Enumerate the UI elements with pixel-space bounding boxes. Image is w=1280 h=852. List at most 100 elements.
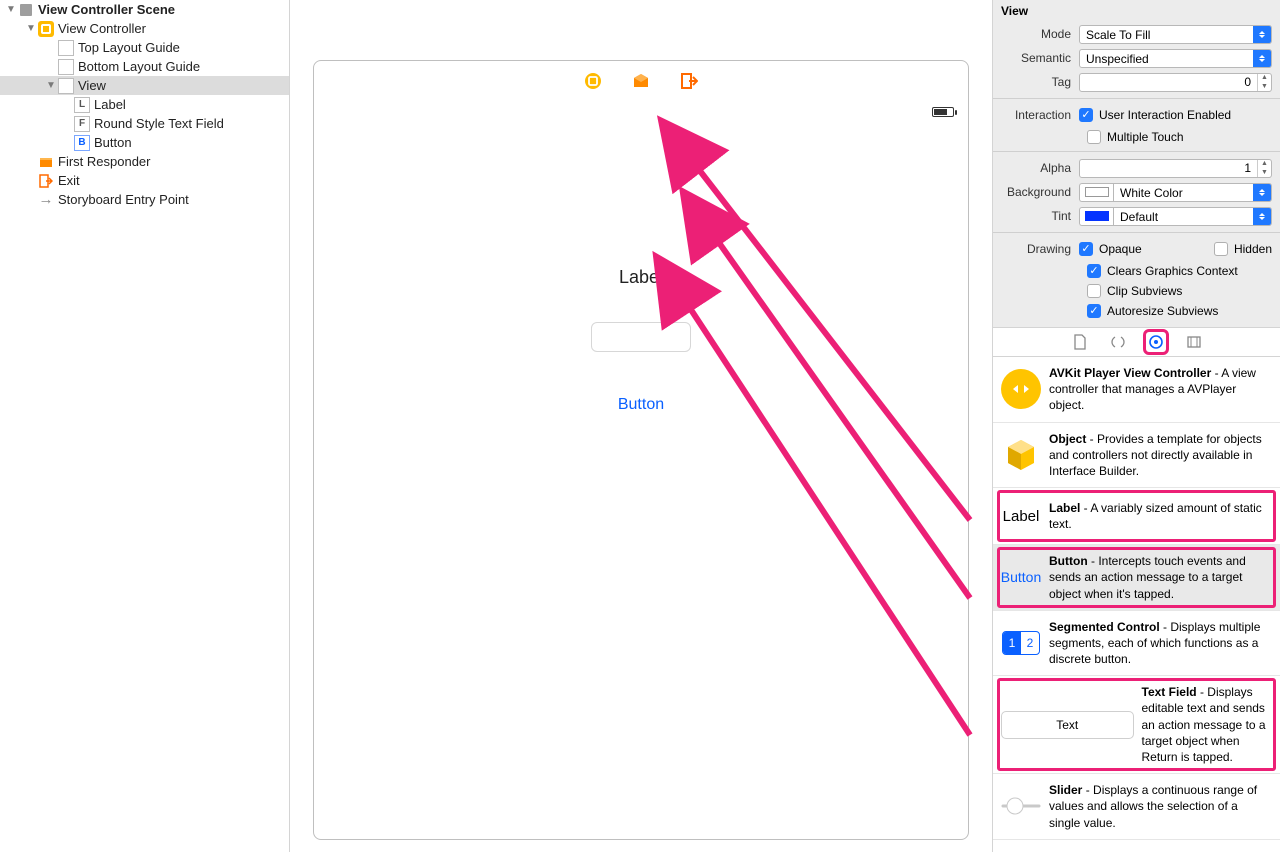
library-item-textfield[interactable]: Text Text Field - Displays editable text … bbox=[993, 676, 1280, 774]
label-thumb: Label bbox=[1001, 496, 1041, 536]
canvas-ui-label[interactable]: Label bbox=[314, 267, 968, 288]
multiple-touch-label: Multiple Touch bbox=[1107, 130, 1184, 144]
view-icon bbox=[58, 78, 74, 94]
right-panel: View Mode Scale To Fill Semantic Unspeci… bbox=[992, 0, 1280, 852]
user-interaction-label: User Interaction Enabled bbox=[1099, 108, 1231, 122]
outline-item-top-guide[interactable]: Top Layout Guide bbox=[0, 38, 289, 57]
library-item-button[interactable]: ButtonButton - Intercepts touch events a… bbox=[993, 545, 1280, 611]
outline-item-exit[interactable]: Exit bbox=[0, 171, 289, 190]
scene-toolbar bbox=[314, 61, 968, 101]
alpha-stepper[interactable]: 1 ▲▼ bbox=[1079, 159, 1272, 178]
label-icon: L bbox=[74, 97, 90, 113]
outline-label: Round Style Text Field bbox=[94, 116, 224, 131]
outline-label: Bottom Layout Guide bbox=[78, 59, 200, 74]
multiple-touch-checkbox[interactable] bbox=[1087, 130, 1101, 144]
button-thumb: Button bbox=[1001, 557, 1041, 597]
outline-item-entry-point[interactable]: → Storyboard Entry Point bbox=[0, 190, 289, 209]
vc-toolbar-icon[interactable] bbox=[584, 72, 602, 90]
textfield-thumb: Text bbox=[1001, 711, 1134, 739]
library-tabs bbox=[993, 327, 1280, 357]
outline-item-view[interactable]: ▼ View bbox=[0, 76, 289, 95]
semantic-row: Semantic Unspecified bbox=[993, 46, 1280, 70]
hidden-checkbox[interactable] bbox=[1214, 242, 1228, 256]
interaction-row: Interaction User Interaction Enabled bbox=[993, 103, 1280, 127]
object-library-tab[interactable] bbox=[1146, 332, 1166, 352]
first-responder-toolbar-icon[interactable] bbox=[632, 72, 650, 90]
inspector-heading: View bbox=[993, 0, 1280, 22]
canvas-ui-button[interactable]: Button bbox=[314, 396, 968, 414]
clears-checkbox[interactable] bbox=[1087, 264, 1101, 278]
outline-label: Exit bbox=[58, 173, 80, 188]
opaque-checkbox[interactable] bbox=[1079, 242, 1093, 256]
disclosure-icon[interactable]: ▼ bbox=[26, 23, 36, 34]
library-item-avkit[interactable]: AVKit Player View Controller - A view co… bbox=[993, 357, 1280, 423]
scene-header[interactable]: ▼ View Controller Scene bbox=[0, 0, 289, 19]
clip-checkbox[interactable] bbox=[1087, 284, 1101, 298]
device-frame[interactable]: Label Button bbox=[313, 60, 969, 840]
stepper-buttons[interactable]: ▲▼ bbox=[1257, 74, 1271, 91]
tag-stepper[interactable]: 0 ▲▼ bbox=[1079, 73, 1272, 92]
tint-select[interactable]: Default bbox=[1113, 207, 1272, 226]
outline-label: First Responder bbox=[58, 154, 150, 169]
library-item-slider[interactable]: Slider - Displays a continuous range of … bbox=[993, 774, 1280, 840]
view-controller-icon bbox=[38, 21, 54, 37]
outline-item-bottom-guide[interactable]: Bottom Layout Guide bbox=[0, 57, 289, 76]
drawing-label: Drawing bbox=[1001, 242, 1079, 256]
library-item-label[interactable]: LabelLabel - A variably sized amount of … bbox=[993, 488, 1280, 545]
library-item-text: Object - Provides a template for objects… bbox=[1049, 431, 1272, 480]
autoresize-checkbox[interactable] bbox=[1087, 304, 1101, 318]
background-select[interactable]: White Color bbox=[1113, 183, 1272, 202]
outline-label: Top Layout Guide bbox=[78, 40, 180, 55]
media-library-tab[interactable] bbox=[1184, 332, 1204, 352]
slider-thumb bbox=[1001, 786, 1041, 826]
library-item-object[interactable]: Object - Provides a template for objects… bbox=[993, 423, 1280, 489]
disclosure-icon[interactable]: ▼ bbox=[6, 4, 16, 15]
outline-item-button[interactable]: B Button bbox=[0, 133, 289, 152]
tint-row: Tint Default bbox=[993, 204, 1280, 228]
disclosure-icon[interactable]: ▼ bbox=[46, 80, 56, 91]
text-field-icon: F bbox=[74, 116, 90, 132]
canvas-ui-text-field[interactable] bbox=[591, 322, 691, 352]
mode-label: Mode bbox=[1001, 27, 1079, 41]
outline-item-view-controller[interactable]: ▼ View Controller bbox=[0, 19, 289, 38]
background-swatch[interactable] bbox=[1079, 183, 1113, 202]
exit-icon bbox=[38, 173, 54, 189]
library-item-segmented[interactable]: 12Segmented Control - Displays multiple … bbox=[993, 611, 1280, 677]
outline-item-label[interactable]: L Label bbox=[0, 95, 289, 114]
object-library[interactable]: AVKit Player View Controller - A view co… bbox=[993, 357, 1280, 852]
background-value: White Color bbox=[1114, 184, 1253, 201]
layout-guide-icon bbox=[58, 59, 74, 75]
segmented-thumb: 12 bbox=[1001, 623, 1041, 663]
outline-item-text-field[interactable]: F Round Style Text Field bbox=[0, 114, 289, 133]
semantic-select[interactable]: Unspecified bbox=[1079, 49, 1272, 68]
storyboard-canvas[interactable]: Label Button bbox=[290, 0, 992, 852]
autoresize-label: Autoresize Subviews bbox=[1107, 304, 1218, 318]
mode-select[interactable]: Scale To Fill bbox=[1079, 25, 1272, 44]
outline-label: Storyboard Entry Point bbox=[58, 192, 189, 207]
file-template-tab[interactable] bbox=[1070, 332, 1090, 352]
first-responder-icon bbox=[38, 154, 54, 170]
mode-value: Scale To Fill bbox=[1080, 26, 1253, 43]
alpha-row: Alpha 1 ▲▼ bbox=[993, 156, 1280, 180]
avkit-icon bbox=[1001, 369, 1041, 409]
exit-toolbar-icon[interactable] bbox=[680, 72, 698, 90]
attributes-inspector: View Mode Scale To Fill Semantic Unspeci… bbox=[993, 0, 1280, 327]
scene-title: View Controller Scene bbox=[38, 2, 175, 17]
tag-value: 0 bbox=[1080, 74, 1257, 91]
alpha-label: Alpha bbox=[1001, 161, 1079, 175]
outline-label: Button bbox=[94, 135, 132, 150]
code-snippet-tab[interactable] bbox=[1108, 332, 1128, 352]
library-item-text: Text Field - Displays editable text and … bbox=[1142, 684, 1273, 765]
background-row: Background White Color bbox=[993, 180, 1280, 204]
outline-item-first-responder[interactable]: First Responder bbox=[0, 152, 289, 171]
clip-label: Clip Subviews bbox=[1107, 284, 1182, 298]
tint-swatch[interactable] bbox=[1079, 207, 1113, 226]
document-outline[interactable]: ▼ View Controller Scene ▼ View Controlle… bbox=[0, 0, 290, 852]
object-icon bbox=[1001, 435, 1041, 475]
caret-icon bbox=[1253, 184, 1271, 201]
multiple-touch-row: Multiple Touch bbox=[993, 127, 1280, 147]
user-interaction-checkbox[interactable] bbox=[1079, 108, 1093, 122]
layout-guide-icon bbox=[58, 40, 74, 56]
library-item-text: AVKit Player View Controller - A view co… bbox=[1049, 365, 1272, 414]
stepper-buttons[interactable]: ▲▼ bbox=[1257, 160, 1271, 177]
